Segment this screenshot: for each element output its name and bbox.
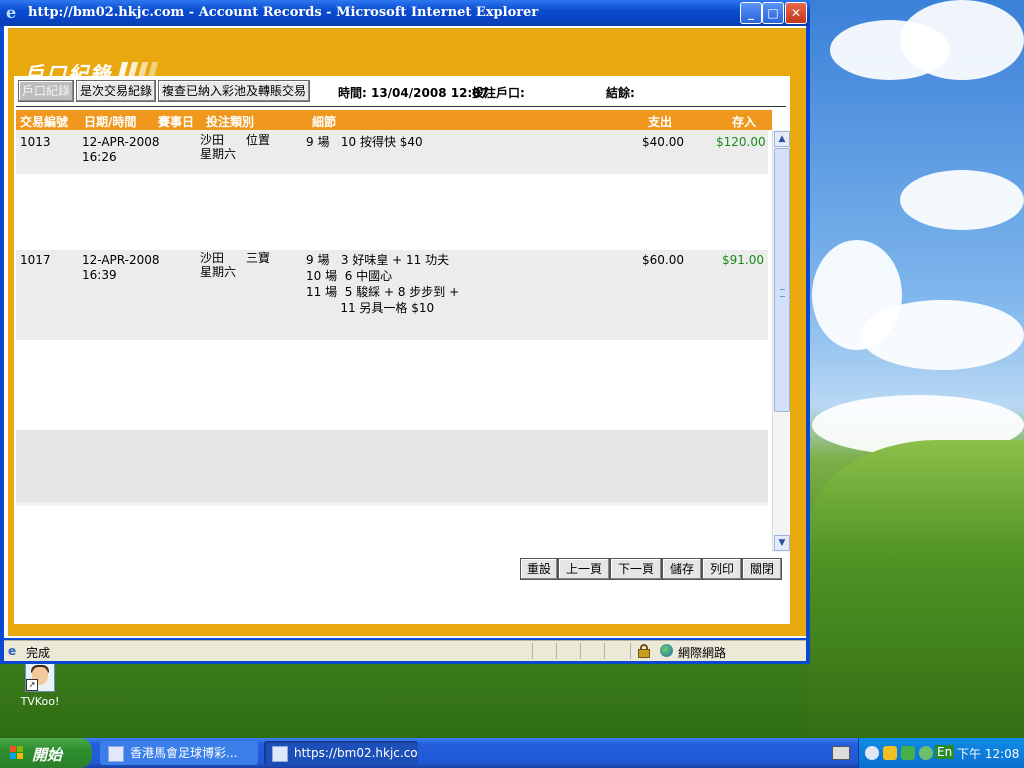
col-race-day: 賽事日 xyxy=(158,115,195,129)
cell-details: 9 場 10 按得快 $40 xyxy=(306,135,423,149)
network-icon[interactable] xyxy=(901,746,915,760)
next-page-button[interactable]: 下一頁 xyxy=(610,558,662,580)
ie-page-icon xyxy=(108,745,124,762)
ie-page-icon xyxy=(272,745,288,762)
keyboard-icon[interactable] xyxy=(832,746,850,760)
cell-debit: $60.00 xyxy=(642,253,684,267)
language-indicator[interactable]: En xyxy=(935,745,955,759)
cell-details-line: 11 場 5 駿綵 + 8 步步到 + xyxy=(306,285,460,299)
tvkoo-icon: ↗ xyxy=(25,662,55,692)
cell-details-line: 9 場 3 好味皇 + 11 功夫 xyxy=(306,253,450,267)
lock-icon[interactable] xyxy=(638,644,650,658)
table-header: 交易編號 日期/時間 賽事日 投注類別 細節 支出 存入 xyxy=(16,110,772,130)
window-title: http://bm02.hkjc.com - Account Records -… xyxy=(28,5,539,20)
security-shield-icon[interactable] xyxy=(883,746,897,760)
status-divider xyxy=(532,643,533,659)
scroll-down-icon[interactable]: ▼ xyxy=(774,535,790,551)
start-label: 開始 xyxy=(32,746,63,764)
col-datetime: 日期/時間 xyxy=(84,115,137,129)
page-content: 戶口紀錄 戶口紀錄 是次交易紀錄 複查已納入彩池及轉賬交易 時間: 13/04/… xyxy=(4,26,806,638)
maximize-button[interactable]: □ xyxy=(762,2,784,24)
windows-flag-icon xyxy=(10,746,24,760)
cell-debit: $40.00 xyxy=(642,135,684,149)
chevron-left-icon[interactable] xyxy=(865,746,879,760)
table-row[interactable]: 1017 12-APR-2008 16:39 沙田 星期六 三寶 9 場 3 好… xyxy=(16,250,768,340)
cell-date: 12-APR-2008 xyxy=(82,253,160,267)
cell-bet-type: 位置 xyxy=(246,133,271,147)
col-txn-no: 交易編號 xyxy=(20,115,69,129)
records-table: 1013 12-APR-2008 16:26 沙田 星期六 位置 9 場 10 … xyxy=(16,130,768,552)
window-border xyxy=(806,26,810,664)
ie-logo-icon: e xyxy=(6,3,17,22)
shortcut-arrow-icon: ↗ xyxy=(26,679,38,691)
close-page-button[interactable]: 關閉 xyxy=(742,558,782,580)
save-button[interactable]: 儲存 xyxy=(662,558,702,580)
reset-button[interactable]: 重設 xyxy=(520,558,558,580)
redacted-area xyxy=(16,502,768,506)
col-credit: 存入 xyxy=(732,115,757,129)
status-text: 完成 xyxy=(26,646,51,660)
cell-details-line: 11 另具一格 $10 xyxy=(306,301,435,315)
col-debit: 支出 xyxy=(648,115,673,129)
cell-date: 12-APR-2008 xyxy=(82,135,160,149)
account-label: 投注戶口: xyxy=(472,86,525,100)
taskbar-item-label: https://bm02.hkjc.com ... xyxy=(294,746,418,760)
cloud xyxy=(900,170,1024,230)
status-divider xyxy=(630,643,631,659)
taskbar-item-account-records[interactable]: https://bm02.hkjc.com ... xyxy=(264,741,418,765)
cell-bet-type: 三寶 xyxy=(246,251,271,265)
divider xyxy=(16,106,786,107)
internet-globe-icon xyxy=(660,644,673,657)
status-divider xyxy=(556,643,557,659)
start-button[interactable]: 開始 xyxy=(0,738,92,768)
status-bar: e 完成 網際網路 xyxy=(4,640,806,661)
title-bar[interactable]: e http://bm02.hkjc.com - Account Records… xyxy=(0,0,810,26)
cell-time: 16:26 xyxy=(82,150,117,164)
cell-time: 16:39 xyxy=(82,268,117,282)
cell-credit: $91.00 xyxy=(722,253,764,267)
messenger-icon[interactable] xyxy=(919,746,933,760)
redacted-area xyxy=(16,430,768,502)
desktop-icon-label: TVKoo! xyxy=(20,695,60,708)
col-bet-type: 投注類別 xyxy=(206,115,255,129)
page-done-icon: e xyxy=(8,644,17,658)
cell-weekday: 星期六 xyxy=(200,265,237,279)
print-button[interactable]: 列印 xyxy=(702,558,742,580)
cloud xyxy=(900,0,1024,80)
cell-details-line: 10 場 6 中國心 xyxy=(306,269,393,283)
cell-txn-no: 1013 xyxy=(20,135,51,149)
desktop-icon-tvkoo[interactable]: ↗ TVKoo! xyxy=(18,662,62,708)
green-hill xyxy=(808,440,1024,740)
system-tray: En 下午 12:08 xyxy=(858,738,1024,768)
scroll-thumb[interactable] xyxy=(774,148,790,412)
taskbar-item-label: 香港馬會足球博彩... xyxy=(130,746,238,760)
tab-current-transactions[interactable]: 是次交易紀錄 xyxy=(76,80,157,102)
tab-account-records[interactable]: 戶口紀錄 xyxy=(18,80,75,102)
security-zone: 網際網路 xyxy=(678,646,727,660)
taskbar-item-hkjc-football[interactable]: 香港馬會足球博彩... xyxy=(100,741,258,765)
scroll-up-icon[interactable]: ▲ xyxy=(774,131,790,147)
time-label: 時間: 13/04/2008 12:07 xyxy=(338,86,489,100)
vertical-scrollbar[interactable]: ▲ ▼ xyxy=(772,130,790,552)
ie-window: e http://bm02.hkjc.com - Account Records… xyxy=(0,0,810,664)
taskbar: 開始 香港馬會足球博彩... https://bm02.hkjc.com ...… xyxy=(0,738,1024,768)
cloud xyxy=(860,300,1024,370)
table-row[interactable]: 1013 12-APR-2008 16:26 沙田 星期六 位置 9 場 10 … xyxy=(16,130,768,174)
records-panel: 戶口紀錄 是次交易紀錄 複查已納入彩池及轉賬交易 時間: 13/04/2008 … xyxy=(14,76,790,624)
status-divider xyxy=(604,643,605,659)
clock: 下午 12:08 xyxy=(957,747,1020,761)
prev-page-button[interactable]: 上一頁 xyxy=(558,558,610,580)
cell-credit: $120.00 xyxy=(716,135,766,149)
cell-weekday: 星期六 xyxy=(200,147,237,161)
balance-label: 結餘: xyxy=(606,86,635,100)
status-divider xyxy=(580,643,581,659)
tab-review-pooled-transactions[interactable]: 複查已納入彩池及轉賬交易 xyxy=(158,80,311,102)
cell-txn-no: 1017 xyxy=(20,253,51,267)
minimize-button[interactable]: _ xyxy=(740,2,762,24)
close-button[interactable]: ✕ xyxy=(785,2,807,24)
col-details: 細節 xyxy=(312,115,337,129)
